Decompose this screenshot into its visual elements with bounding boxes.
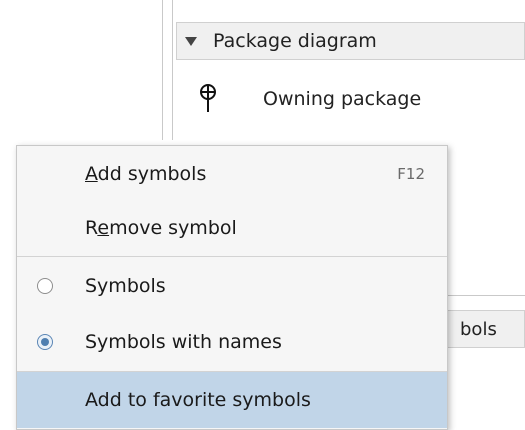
add-symbols-shortcut: F12 [397, 165, 425, 183]
menu-item-remove-symbol[interactable]: Remove symbol [17, 200, 447, 256]
panel-divider-inner [172, 0, 173, 140]
owning-package-label: Owning package [263, 88, 422, 110]
menu-item-add-symbols[interactable]: Add symbols F12 [17, 146, 447, 202]
panel-separator-line [448, 295, 525, 296]
panel-divider [162, 0, 163, 140]
symbols-section-header-partial[interactable]: bols [448, 310, 525, 348]
symbols-with-names-radio[interactable] [37, 334, 53, 350]
add-symbols-mnemonic: A [85, 163, 98, 185]
collapse-triangle-icon[interactable] [185, 36, 197, 46]
menu-item-symbols-with-names[interactable]: Symbols with names [17, 314, 447, 370]
menu-item-symbols[interactable]: Symbols [17, 258, 447, 314]
remove-symbol-label-rest: move symbol [109, 217, 237, 239]
add-symbols-label: Add symbols [85, 163, 206, 185]
menu-separator [17, 256, 447, 257]
add-symbols-label-rest: dd symbols [97, 163, 207, 185]
section-title: Package diagram [213, 30, 377, 52]
owning-package-item[interactable]: Owning package [195, 76, 421, 122]
add-to-favorite-symbols-label: Add to favorite symbols [85, 389, 311, 411]
remove-symbol-prefix: R [85, 217, 98, 239]
symbols-radio[interactable] [37, 278, 53, 294]
context-menu: Add symbols F12 Remove symbol Symbols Sy… [16, 145, 448, 430]
menu-item-add-to-favorite-symbols[interactable]: Add to favorite symbols [17, 372, 447, 428]
owning-package-icon [195, 76, 235, 122]
symbols-label: Symbols [85, 275, 166, 297]
symbols-with-names-label: Symbols with names [85, 331, 282, 353]
partial-header-label: bols [460, 318, 497, 340]
package-diagram-section-header[interactable]: Package diagram [176, 22, 525, 60]
remove-symbol-mnemonic: e [97, 217, 110, 239]
remove-symbol-label: Remove symbol [85, 217, 237, 239]
